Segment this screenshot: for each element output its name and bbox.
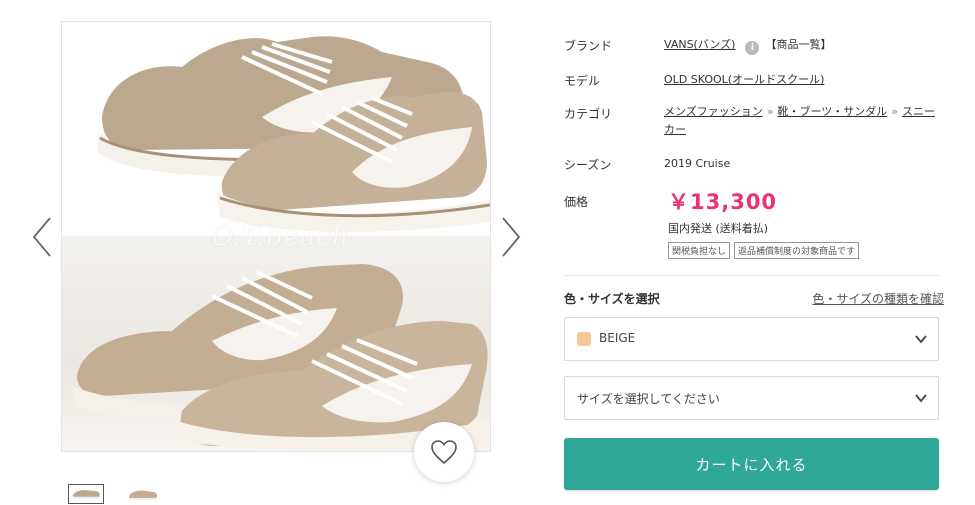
shoe-photo-angled bbox=[62, 236, 490, 451]
thumbnail-strip bbox=[68, 484, 160, 504]
thumbnail-2[interactable] bbox=[124, 484, 160, 504]
prev-image-arrow-icon[interactable] bbox=[28, 214, 56, 260]
info-icon[interactable]: i bbox=[745, 41, 760, 55]
badge-list: 関税負担なし 返品補償制度の対象商品です bbox=[668, 242, 860, 259]
model-label: モデル bbox=[564, 74, 601, 88]
heart-icon bbox=[431, 440, 457, 465]
add-to-cart-button[interactable]: カートに入れる bbox=[564, 438, 939, 490]
breadcrumb-separator: » bbox=[891, 105, 899, 118]
category-link-mens[interactable]: メンズファッション bbox=[664, 105, 763, 118]
shipping-info: 国内発送 (送料着払) bbox=[668, 222, 769, 235]
brand-link[interactable]: VANS(バンズ) bbox=[664, 38, 735, 51]
color-select-value: BEIGE bbox=[599, 331, 636, 345]
category-link-shoes[interactable]: 靴・ブーツ・サンダル bbox=[778, 105, 888, 118]
price-label: 価格 bbox=[564, 195, 589, 209]
size-guide-link[interactable]: 色・サイズの種類を確認 bbox=[812, 290, 944, 307]
product-gallery: O.T.beach bbox=[0, 0, 545, 505]
chevron-down-icon bbox=[915, 394, 927, 403]
main-product-image[interactable]: O.T.beach bbox=[61, 21, 491, 452]
badge-return-guarantee: 返品補償制度の対象商品です bbox=[734, 242, 860, 259]
thumbnail-1[interactable] bbox=[68, 484, 104, 504]
chevron-down-icon bbox=[915, 335, 927, 344]
next-image-arrow-icon[interactable] bbox=[497, 214, 525, 260]
price-value: ￥13,300 bbox=[668, 190, 778, 214]
model-link[interactable]: OLD SKOOL(オールドスクール) bbox=[664, 73, 824, 86]
breadcrumb-separator: » bbox=[766, 105, 774, 118]
brand-label: ブランド bbox=[564, 39, 613, 53]
shoe-photo-side bbox=[62, 22, 490, 235]
category-label: カテゴリ bbox=[564, 107, 613, 121]
divider bbox=[564, 275, 939, 276]
badge-no-duty: 関税負担なし bbox=[668, 242, 731, 259]
brand-list-link[interactable]: 【商品一覧】 bbox=[765, 38, 831, 51]
season-value: 2019 Cruise bbox=[664, 157, 731, 170]
watermark-text: O.T.beach bbox=[212, 222, 350, 252]
color-select[interactable]: BEIGE bbox=[564, 317, 939, 361]
select-title: 色・サイズを選択 bbox=[564, 292, 660, 306]
color-swatch bbox=[577, 332, 591, 346]
size-select-placeholder: サイズを選択してください bbox=[577, 392, 720, 406]
favorite-button[interactable] bbox=[414, 422, 474, 482]
season-label: シーズン bbox=[564, 158, 612, 172]
size-select[interactable]: サイズを選択してください bbox=[564, 376, 939, 420]
